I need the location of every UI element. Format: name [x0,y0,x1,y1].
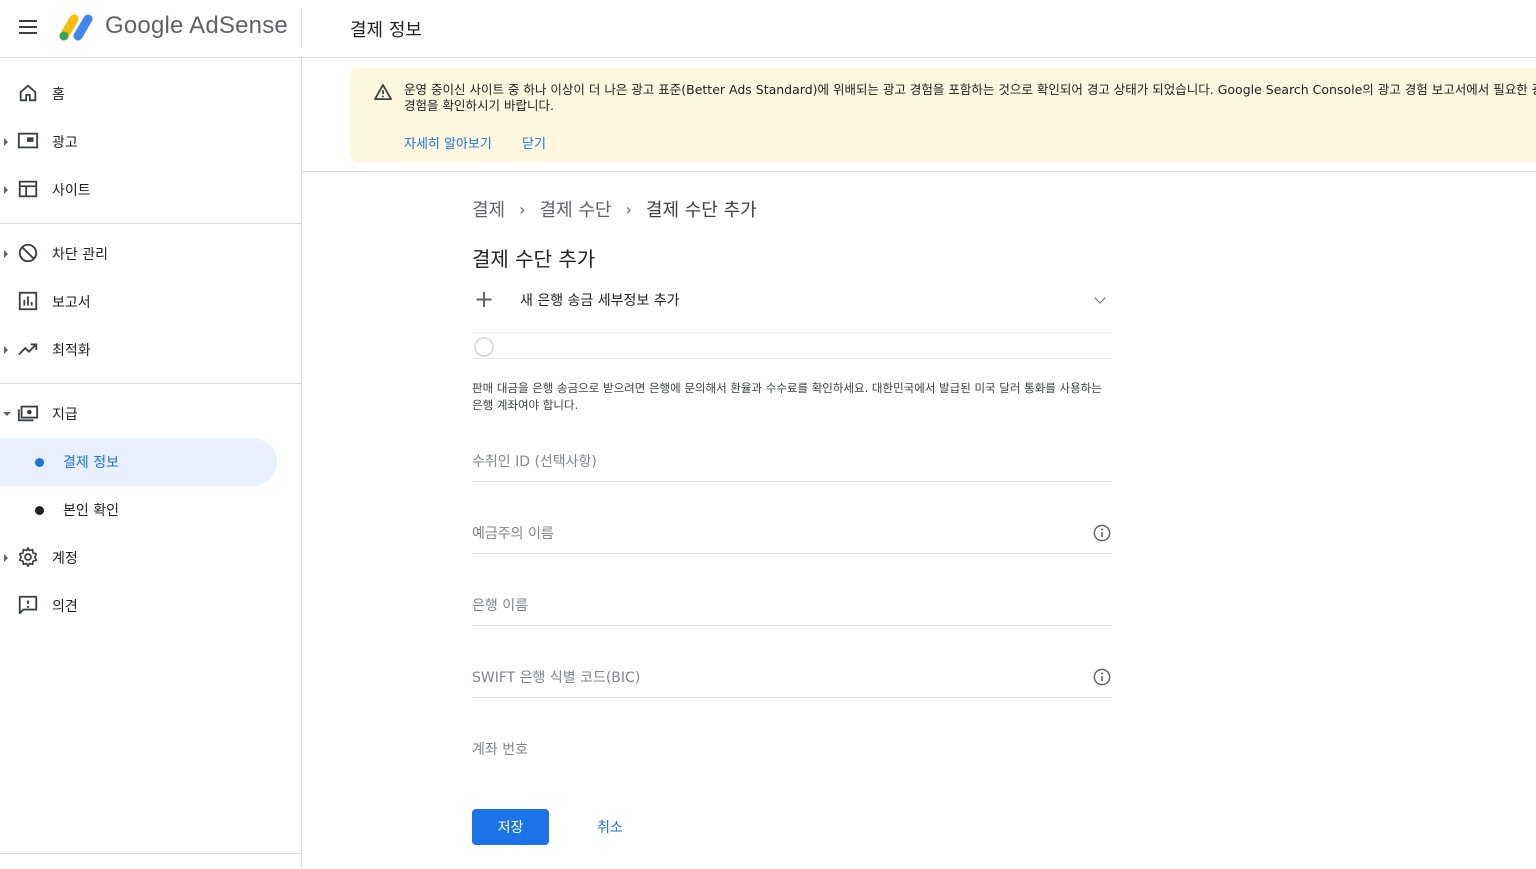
sidebar-item-payments[interactable]: 지급 [0,390,277,438]
topbar-divider [301,8,302,48]
sidebar-item-label: 광고 [52,135,78,151]
sidebar-item-label: 보고서 [52,295,91,311]
account-holder-input[interactable] [472,520,1072,548]
sidebar-divider [0,383,301,384]
ads-icon [17,132,39,149]
sidebar-item-label: 지급 [52,407,78,423]
sidebar-item-label: 계정 [52,551,78,567]
policy-warning-banner: 운영 중이신 사이트 중 하나 이상이 더 나은 광고 표준(Better Ad… [350,68,1536,162]
sidebar-item-verification[interactable]: 본인 확인 [0,486,277,534]
breadcrumb-current: 결제 수단 추가 [645,200,757,221]
account-holder-field [472,514,1112,554]
expand-caret-icon [4,250,8,258]
sidebar-item-reports[interactable]: 보고서 [0,278,277,326]
sidebar-item-ads[interactable]: 광고 [0,118,277,166]
adsense-logo-icon [59,14,93,41]
sidebar-item-label: 의견 [52,599,78,615]
breadcrumb-payment-methods[interactable]: 결제 수단 [540,196,612,222]
info-icon[interactable] [1093,668,1111,686]
payee-id-input[interactable] [472,448,1072,476]
payee-id-field [472,442,1112,482]
expand-caret-icon [4,346,8,354]
breadcrumb: 결제 › 결제 수단 › 결제 수단 추가 [472,196,757,222]
sidebar-item-label: 최적화 [52,343,91,359]
top-app-bar: Google AdSense 결제 정보 [0,0,1536,58]
sidebar-item-optimization[interactable]: 최적화 [0,326,277,374]
row-divider [472,358,1112,359]
info-icon[interactable] [1093,524,1111,542]
sidebar-item-label: 홈 [52,87,65,103]
feedback-icon [18,595,38,615]
sidebar-item-feedback[interactable]: 의견 [0,582,277,630]
sidebar-footer-divider [0,853,301,854]
bank-name-field [472,586,1112,626]
reports-icon [18,291,38,311]
payment-method-radio[interactable] [474,337,494,357]
swift-code-field [472,658,1112,698]
brand-name: Google AdSense [105,12,288,39]
banner-message: 운영 중이신 사이트 중 하나 이상이 더 나은 광고 표준(Better Ad… [404,82,1536,113]
bullet-dot-icon [35,506,44,515]
cancel-button[interactable]: 취소 [580,809,640,845]
chevron-right-icon: › [625,199,632,219]
expand-caret-icon [4,138,8,146]
warning-icon [374,84,392,100]
dismiss-link[interactable]: 닫기 [522,133,546,152]
account-number-input[interactable] [472,736,1072,764]
sidebar-item-label: 차단 관리 [52,247,108,263]
sidebar-item-label: 결제 정보 [63,455,119,471]
chevron-right-icon: › [519,199,526,219]
payments-icon [17,405,39,422]
expand-caret-icon [4,186,8,194]
page-title: 결제 정보 [350,20,422,41]
home-icon [19,84,37,102]
sidebar-item-sites[interactable]: 사이트 [0,166,277,214]
content-divider [302,171,1536,172]
sidebar-item-home[interactable]: 홈 [0,70,277,118]
sidebar-item-label: 본인 확인 [63,503,119,519]
bank-name-input[interactable] [472,592,1072,620]
chevron-down-icon [1094,292,1106,304]
expand-caret-icon [4,554,8,562]
form-title: 결제 수단 추가 [472,247,596,271]
bank-transfer-helper-text: 판매 대금을 은행 송금으로 받으려면 은행에 문의해서 환율과 수수료를 확인… [472,381,1102,412]
sidebar-item-blocking[interactable]: 차단 관리 [0,230,277,278]
sites-icon [18,180,38,198]
save-button[interactable]: 저장 [472,809,549,845]
add-bank-transfer-row[interactable]: + 새 은행 송금 세부정보 추가 [472,284,1112,318]
plus-icon: + [474,285,495,313]
collapse-caret-icon [3,412,11,416]
sidebar-divider [0,223,301,224]
gear-icon [18,547,38,567]
account-number-field [472,730,1112,770]
trending-icon [18,343,38,356]
learn-more-link[interactable]: 자세히 알아보기 [404,133,492,152]
block-icon [18,243,38,263]
hamburger-menu-icon[interactable] [16,16,40,40]
swift-code-input[interactable] [472,664,1072,692]
sidebar: 홈 광고 사이트 차단 관리 보고서 최적화 지급 결제 정보 본인 확인 계정… [0,58,302,869]
sidebar-item-payment-info[interactable]: 결제 정보 [0,438,277,486]
bullet-dot-icon [35,458,44,467]
sidebar-item-label: 사이트 [52,183,91,199]
sidebar-item-account[interactable]: 계정 [0,534,277,582]
row-divider [472,332,1112,333]
breadcrumb-payments[interactable]: 결제 [472,196,505,222]
add-bank-label: 새 은행 송금 세부정보 추가 [520,293,680,309]
